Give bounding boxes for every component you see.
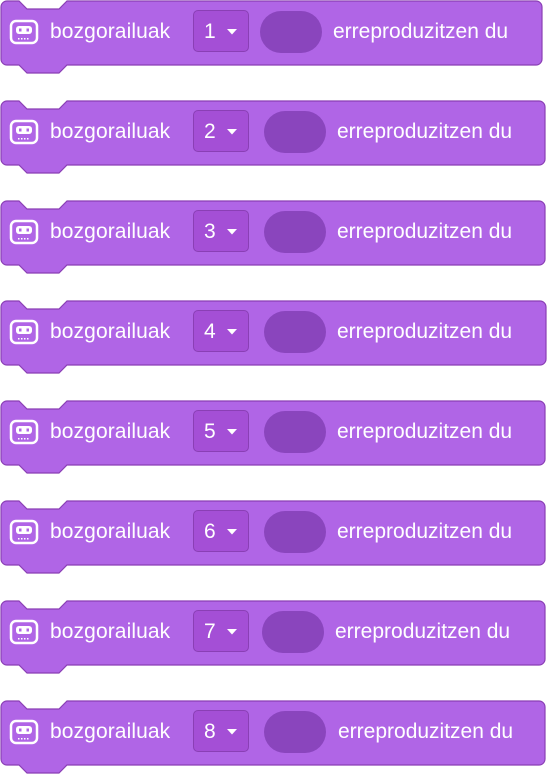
caret-down-icon <box>227 429 237 435</box>
block-suffix-label: erreproduzitzen du <box>337 420 513 443</box>
sound-input-slot[interactable] <box>260 11 322 53</box>
block-label: bozgorailuak <box>50 520 171 543</box>
block-label: bozgorailuak <box>50 20 171 43</box>
speaker-play-block-4[interactable]: bozgorailuak 4 erreproduzitzen du <box>0 300 547 375</box>
caret-down-icon <box>227 629 237 635</box>
block-suffix-label: erreproduzitzen du <box>338 720 514 743</box>
sound-input-slot[interactable] <box>264 311 326 353</box>
block-suffix-label: erreproduzitzen du <box>337 320 513 343</box>
block-label: bozgorailuak <box>50 120 171 143</box>
block-label: bozgorailuak <box>50 320 171 343</box>
sound-input-slot[interactable] <box>264 511 326 553</box>
caret-down-icon <box>227 129 237 135</box>
block-suffix-label: erreproduzitzen du <box>337 220 513 243</box>
dropdown-value: 6 <box>204 520 216 543</box>
dropdown-value: 4 <box>204 320 216 343</box>
microbit-face-icon <box>9 519 39 545</box>
speaker-number-dropdown[interactable]: 3 <box>193 210 249 252</box>
block-label: bozgorailuak <box>50 620 171 643</box>
sound-input-slot[interactable] <box>264 211 326 253</box>
speaker-number-dropdown[interactable]: 4 <box>193 310 249 352</box>
speaker-number-dropdown[interactable]: 6 <box>193 510 249 552</box>
dropdown-value: 5 <box>204 420 216 443</box>
sound-input-slot[interactable] <box>262 611 324 653</box>
dropdown-value: 8 <box>204 720 216 743</box>
speaker-number-dropdown[interactable]: 7 <box>193 610 249 652</box>
microbit-face-icon <box>9 619 39 645</box>
block-label: bozgorailuak <box>50 720 171 743</box>
microbit-face-icon <box>9 319 39 345</box>
speaker-number-dropdown[interactable]: 1 <box>193 10 249 52</box>
block-suffix-label: erreproduzitzen du <box>337 520 513 543</box>
dropdown-value: 3 <box>204 220 216 243</box>
block-suffix-label: erreproduzitzen du <box>333 20 509 43</box>
speaker-play-block-1[interactable]: bozgorailuak 1 erreproduzitzen du <box>0 0 543 75</box>
microbit-face-icon <box>9 219 39 245</box>
speaker-number-dropdown[interactable]: 2 <box>193 110 249 152</box>
speaker-play-block-2[interactable]: bozgorailuak 2 erreproduzitzen du <box>0 100 546 175</box>
sound-input-slot[interactable] <box>264 111 326 153</box>
speaker-play-block-3[interactable]: bozgorailuak 3 erreproduzitzen du <box>0 200 546 275</box>
speaker-play-block-7[interactable]: bozgorailuak 7 erreproduzitzen du <box>0 600 546 675</box>
caret-down-icon <box>227 329 237 335</box>
block-label: bozgorailuak <box>50 420 171 443</box>
caret-down-icon <box>227 29 237 35</box>
sound-input-slot[interactable] <box>264 711 326 753</box>
block-suffix-label: erreproduzitzen du <box>337 120 513 143</box>
sound-input-slot[interactable] <box>264 411 326 453</box>
caret-down-icon <box>227 229 237 235</box>
microbit-face-icon <box>9 719 39 745</box>
speaker-number-dropdown[interactable]: 5 <box>193 410 249 452</box>
caret-down-icon <box>227 529 237 535</box>
microbit-face-icon <box>9 419 39 445</box>
microbit-face-icon <box>9 19 39 45</box>
block-label: bozgorailuak <box>50 220 171 243</box>
dropdown-value: 1 <box>204 20 216 43</box>
microbit-face-icon <box>9 119 39 145</box>
block-suffix-label: erreproduzitzen du <box>335 620 511 643</box>
speaker-play-block-6[interactable]: bozgorailuak 6 erreproduzitzen du <box>0 500 546 575</box>
dropdown-value: 7 <box>204 620 216 643</box>
dropdown-value: 2 <box>204 120 216 143</box>
speaker-play-block-5[interactable]: bozgorailuak 5 erreproduzitzen du <box>0 400 546 475</box>
speaker-number-dropdown[interactable]: 8 <box>193 710 249 752</box>
caret-down-icon <box>227 729 237 735</box>
speaker-play-block-8[interactable]: bozgorailuak 8 erreproduzitzen du <box>0 700 546 775</box>
